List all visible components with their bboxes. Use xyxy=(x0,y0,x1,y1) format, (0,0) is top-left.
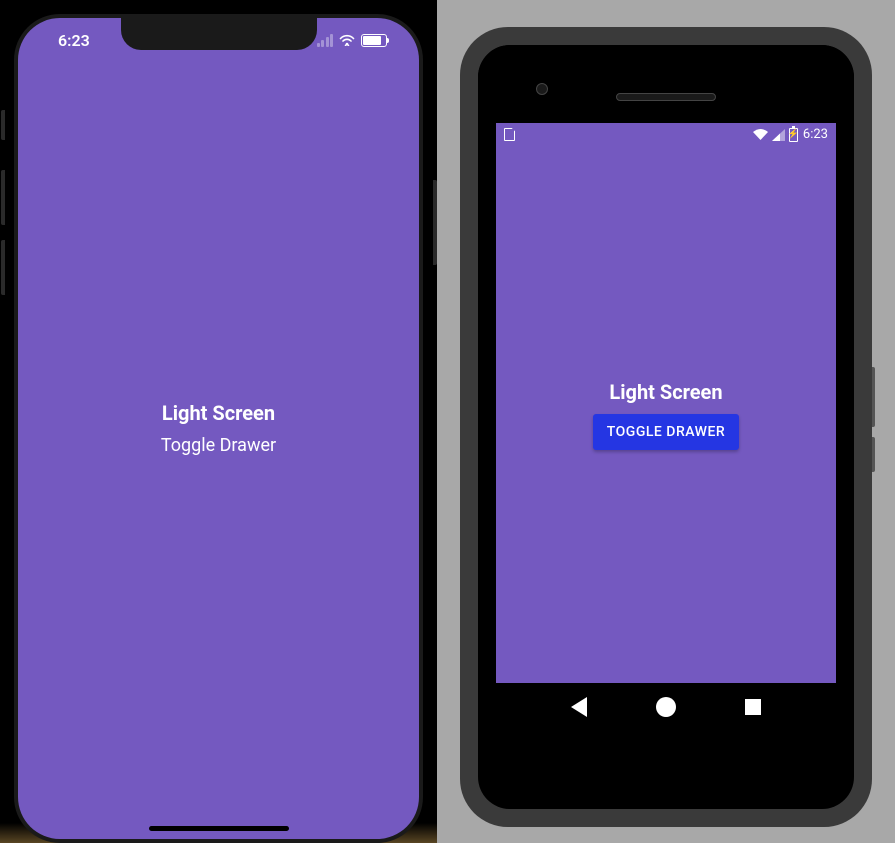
android-navigation-bar xyxy=(496,683,836,731)
android-status-bar: ⚡ 6:23 xyxy=(496,123,836,147)
screen-title: Light Screen xyxy=(162,401,275,425)
ios-clock: 6:23 xyxy=(40,31,90,50)
toggle-drawer-button[interactable]: TOGGLE DRAWER xyxy=(593,414,739,450)
iphone-screen: 6:23 Light Screen Toggle Drawer xyxy=(18,18,419,839)
battery-charging-icon: ⚡ xyxy=(789,128,798,142)
home-button-icon[interactable] xyxy=(656,697,676,717)
android-front-camera xyxy=(536,83,548,95)
cellular-signal-icon xyxy=(317,34,334,47)
android-device-frame: ⚡ 6:23 Light Screen TOGGLE DRAWER xyxy=(460,27,872,827)
android-earpiece-speaker xyxy=(616,93,716,101)
iphone-volume-down xyxy=(1,240,5,295)
wifi-icon xyxy=(339,34,355,46)
iphone-notch xyxy=(121,18,317,50)
android-app-content: Light Screen TOGGLE DRAWER xyxy=(496,147,836,683)
recent-apps-button-icon[interactable] xyxy=(745,699,761,715)
screen-title: Light Screen xyxy=(609,380,722,404)
back-button-icon[interactable] xyxy=(571,697,587,717)
toggle-drawer-button[interactable]: Toggle Drawer xyxy=(161,435,276,456)
iphone-ringer-switch xyxy=(1,110,5,140)
sd-card-icon xyxy=(504,128,515,141)
android-volume-button xyxy=(872,367,875,427)
battery-icon xyxy=(361,34,387,47)
cellular-signal-icon xyxy=(772,129,785,141)
android-screen: ⚡ 6:23 Light Screen TOGGLE DRAWER xyxy=(496,123,836,731)
wifi-icon xyxy=(753,129,768,141)
iphone-device-frame: 6:23 Light Screen Toggle Drawer xyxy=(0,0,437,843)
android-clock: 6:23 xyxy=(803,127,828,142)
iphone-volume-up xyxy=(1,170,5,225)
ios-home-indicator[interactable] xyxy=(149,826,289,831)
ios-app-content: Light Screen Toggle Drawer xyxy=(18,18,419,839)
android-power-button xyxy=(872,437,875,472)
